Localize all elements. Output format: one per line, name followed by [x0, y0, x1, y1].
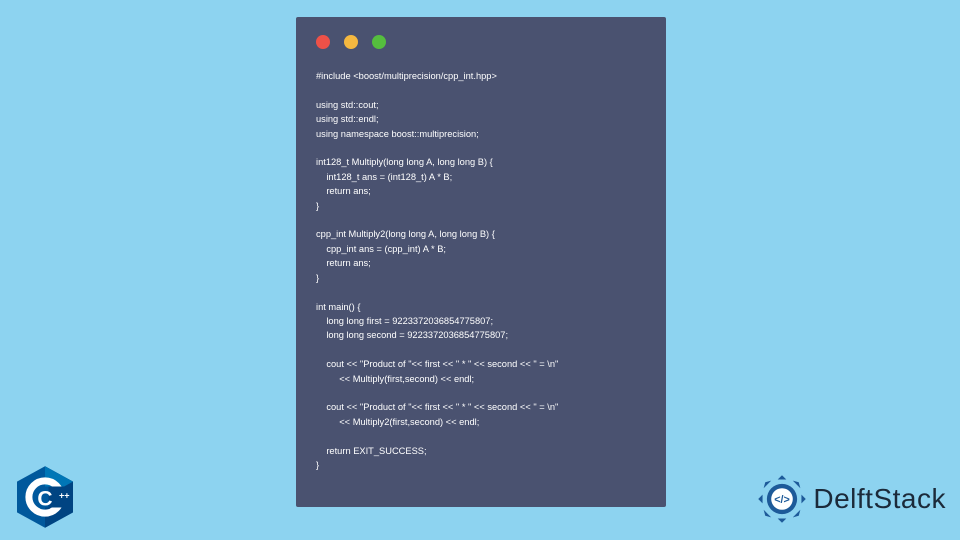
code-window: #include <boost/multiprecision/cpp_int.h… [296, 17, 666, 507]
code-block: #include <boost/multiprecision/cpp_int.h… [316, 69, 646, 472]
svg-text:++: ++ [59, 490, 70, 500]
close-icon [316, 35, 330, 49]
gear-slash-icon: </> [755, 472, 809, 526]
window-controls [316, 35, 646, 49]
cpp-badge-icon: C ++ [10, 462, 80, 532]
minimize-icon [344, 35, 358, 49]
brand-name: DelftStack [813, 483, 946, 515]
brand-logo: </> DelftStack [755, 472, 946, 526]
maximize-icon [372, 35, 386, 49]
svg-text:C: C [37, 487, 52, 510]
svg-text:</>: </> [775, 494, 791, 506]
